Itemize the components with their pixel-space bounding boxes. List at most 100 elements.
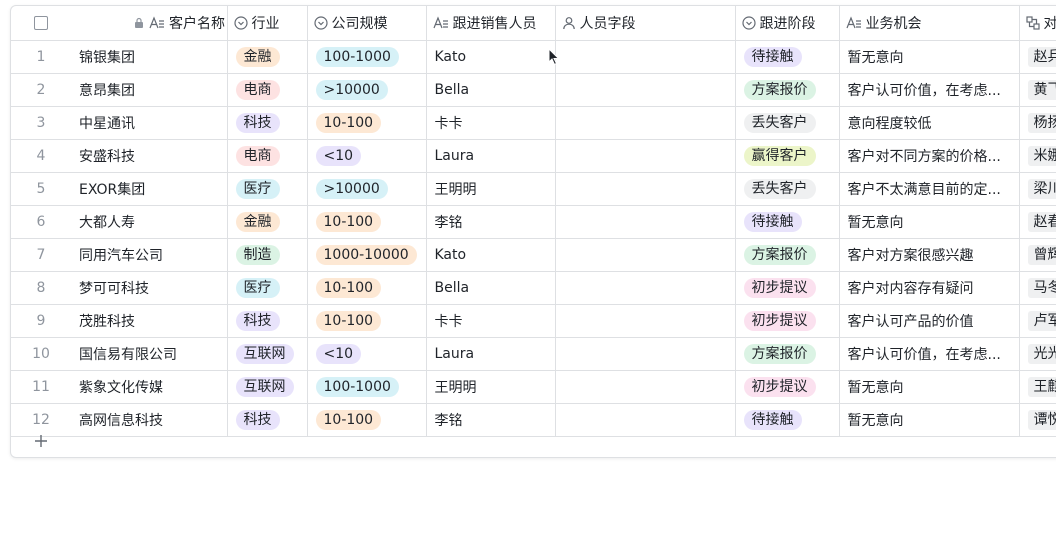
cell-contact[interactable]: 赵兵 xyxy=(1018,40,1056,74)
cell-contact[interactable]: 马冬 xyxy=(1018,271,1056,305)
table-row[interactable]: 1锦银集团金融 100-1000 Kato 待接触 暂无意向赵兵 xyxy=(11,40,1056,74)
column-header-size[interactable]: 公司规模 xyxy=(306,6,426,41)
cell-industry[interactable]: 金融 xyxy=(226,205,307,239)
cell-size[interactable]: 10-100 xyxy=(306,304,426,338)
cell-contact[interactable]: 梁川 xyxy=(1018,172,1056,206)
table-row[interactable]: 11紫象文化传媒互联网 100-1000 王明明 初步提议 暂无意向王麒 xyxy=(11,370,1056,404)
cell-contact[interactable]: 米娜 xyxy=(1018,139,1056,173)
cell-contact[interactable]: 谭悦 xyxy=(1018,403,1056,437)
cell-contact[interactable]: 杨扬 xyxy=(1018,106,1056,140)
cell-sales[interactable]: Kato xyxy=(425,238,555,272)
cell-stage[interactable]: 丢失客户 xyxy=(734,106,839,140)
cell-size[interactable]: 100-1000 xyxy=(306,370,426,404)
cell-name[interactable]: 安盛科技 xyxy=(71,139,227,173)
table-row[interactable]: 12高网信息科技科技10-100李铭待接触暂无意向谭悦 xyxy=(11,403,1056,437)
column-header-industry[interactable]: 行业 xyxy=(226,6,307,41)
cell-industry[interactable]: 科技 xyxy=(226,106,307,140)
cell-idx[interactable]: 10 xyxy=(11,337,71,371)
cell-opportunity[interactable]: 意向程度较低 xyxy=(838,106,1019,140)
table-row[interactable]: 6大都人寿金融 10-100 李铭 待接触 暂无意向赵春 xyxy=(11,205,1056,239)
table-row[interactable]: 8梦可可科技医疗 10-100 Bella 初步提议 客户对内容存有疑问马冬 xyxy=(11,271,1056,305)
cell-industry[interactable]: 科技 xyxy=(226,304,307,338)
table-row[interactable]: 9茂胜科技科技 10-100 卡卡 初步提议 客户认可产品的价值卢军 xyxy=(11,304,1056,338)
cell-opportunity[interactable]: 暂无意向 xyxy=(838,205,1019,239)
cell-person[interactable] xyxy=(554,370,735,404)
cell-name[interactable]: 锦银集团 xyxy=(71,40,227,74)
cell-sales[interactable]: 王明明 xyxy=(425,370,555,404)
cell-contact[interactable]: 黄飞 xyxy=(1018,73,1056,107)
cell-person[interactable] xyxy=(554,271,735,305)
cell-industry[interactable]: 电商 xyxy=(226,73,307,107)
cell-opportunity[interactable]: 客户认可产品的价值 xyxy=(838,304,1019,338)
cell-person[interactable] xyxy=(554,238,735,272)
cell-industry[interactable]: 制造 xyxy=(226,238,307,272)
column-header-person[interactable]: 人员字段 xyxy=(554,6,735,41)
cell-stage[interactable]: 方案报价 xyxy=(734,238,839,272)
cell-name[interactable]: 意昂集团 xyxy=(71,73,227,107)
cell-idx[interactable]: 7 xyxy=(11,238,71,272)
cell-industry[interactable]: 电商 xyxy=(226,139,307,173)
cell-person[interactable] xyxy=(554,106,735,140)
cell-idx[interactable]: 6 xyxy=(11,205,71,239)
cell-name[interactable]: 同用汽车公司 xyxy=(71,238,227,272)
table-row[interactable]: 5EXOR集团医疗 >10000 王明明 丢失客户 客户不太满意目前的定... 梁川 xyxy=(11,172,1056,206)
table-row[interactable]: 4安盛科技电商 <10 Laura 赢得客户 客户对不同方案的价格... 米娜 xyxy=(11,139,1056,173)
cell-opportunity[interactable]: 客户对方案很感兴趣 xyxy=(838,238,1019,272)
cell-size[interactable]: <10 xyxy=(306,337,426,371)
cell-size[interactable]: 10-100 xyxy=(306,205,426,239)
column-header-stage[interactable]: 跟进阶段 xyxy=(734,6,839,41)
cell-sales[interactable]: Laura xyxy=(425,139,555,173)
cell-person[interactable] xyxy=(554,304,735,338)
cell-industry[interactable]: 金融 xyxy=(226,40,307,74)
cell-idx[interactable]: 2 xyxy=(11,73,71,107)
cell-idx[interactable]: 3 xyxy=(11,106,71,140)
cell-idx[interactable]: 9 xyxy=(11,304,71,338)
cell-person[interactable] xyxy=(554,403,735,437)
column-header-contact[interactable]: 对 xyxy=(1018,6,1056,41)
cell-opportunity[interactable]: 暂无意向 xyxy=(838,370,1019,404)
cell-person[interactable] xyxy=(554,139,735,173)
cell-industry[interactable]: 互联网 xyxy=(226,370,307,404)
cell-name[interactable]: 高网信息科技 xyxy=(71,403,227,437)
cell-opportunity[interactable]: 客户对不同方案的价格... xyxy=(838,139,1019,173)
cell-opportunity[interactable]: 客户认可价值，在考虑... xyxy=(838,73,1019,107)
cell-sales[interactable]: Bella xyxy=(425,73,555,107)
cell-stage[interactable]: 待接触 xyxy=(734,40,839,74)
cell-stage[interactable]: 方案报价 xyxy=(734,73,839,107)
cell-person[interactable] xyxy=(554,172,735,206)
cell-stage[interactable]: 待接触 xyxy=(734,205,839,239)
cell-idx[interactable]: 5 xyxy=(11,172,71,206)
cell-contact[interactable]: 卢军 xyxy=(1018,304,1056,338)
cell-stage[interactable]: 方案报价 xyxy=(734,337,839,371)
cell-idx[interactable]: 4 xyxy=(11,139,71,173)
cell-sales[interactable]: 卡卡 xyxy=(425,106,555,140)
cell-sales[interactable]: Laura xyxy=(425,337,555,371)
cell-contact[interactable]: 王麒 xyxy=(1018,370,1056,404)
column-header-sales[interactable]: 跟进销售人员 xyxy=(425,6,555,41)
cell-opportunity[interactable]: 客户对内容存有疑问 xyxy=(838,271,1019,305)
cell-person[interactable] xyxy=(554,337,735,371)
cell-opportunity[interactable]: 客户不太满意目前的定... xyxy=(838,172,1019,206)
add-record-button[interactable] xyxy=(11,425,71,457)
cell-opportunity[interactable]: 暂无意向 xyxy=(838,40,1019,74)
table-row[interactable]: 10国信易有限公司互联网 <10 Laura 方案报价 客户认可价值，在考虑... 光光 xyxy=(11,337,1056,371)
cell-person[interactable] xyxy=(554,73,735,107)
cell-sales[interactable]: 李铭 xyxy=(425,403,555,437)
cell-sales[interactable]: 卡卡 xyxy=(425,304,555,338)
cell-industry[interactable]: 医疗 xyxy=(226,271,307,305)
table-row[interactable]: 3中星通讯科技 10-100 卡卡 丢失客户 意向程度较低杨扬 xyxy=(11,106,1056,140)
cell-contact[interactable]: 赵春 xyxy=(1018,205,1056,239)
cell-stage[interactable]: 初步提议 xyxy=(734,304,839,338)
select-all-cell[interactable] xyxy=(11,6,71,41)
cell-size[interactable]: >10000 xyxy=(306,73,426,107)
cell-contact[interactable]: 光光 xyxy=(1018,337,1056,371)
cell-opportunity[interactable]: 客户认可价值，在考虑... xyxy=(838,337,1019,371)
cell-size[interactable]: 10-100 xyxy=(306,403,426,437)
cell-idx[interactable]: 11 xyxy=(11,370,71,404)
cell-idx[interactable]: 1 xyxy=(11,40,71,74)
cell-name[interactable]: 紫象文化传媒 xyxy=(71,370,227,404)
cell-sales[interactable]: 李铭 xyxy=(425,205,555,239)
cell-name[interactable]: 茂胜科技 xyxy=(71,304,227,338)
cell-name[interactable]: 梦可可科技 xyxy=(71,271,227,305)
cell-person[interactable] xyxy=(554,40,735,74)
